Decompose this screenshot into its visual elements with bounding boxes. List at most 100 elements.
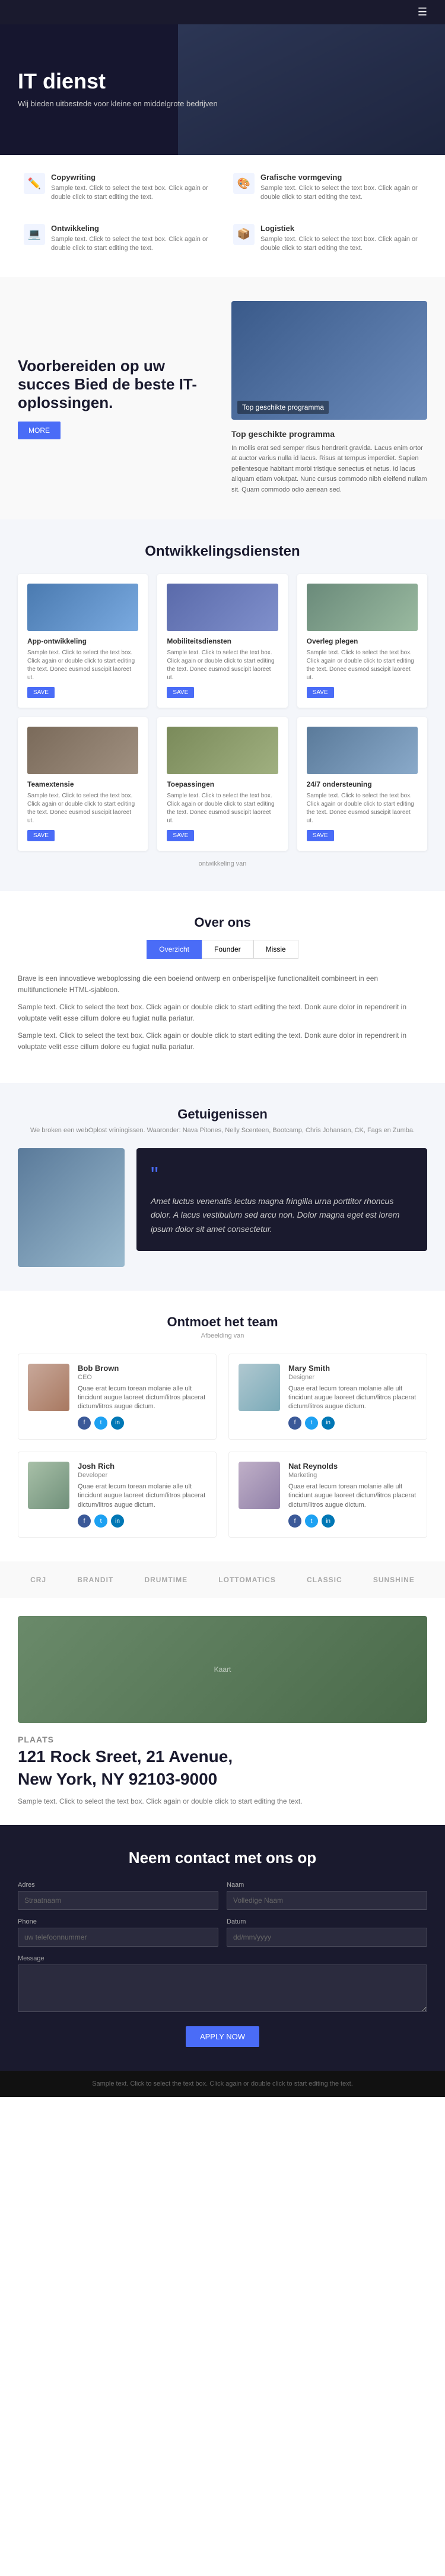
team-card-bob: Bob Brown CEO Quae erat lecum torean mol… xyxy=(18,1354,217,1440)
dev-services-heading: Ontwikkelingsdiensten xyxy=(18,543,427,560)
tab-founder[interactable]: Founder xyxy=(202,940,253,959)
form-group-name: Naam xyxy=(227,1881,427,1910)
nat-avatar xyxy=(239,1462,280,1509)
form-group-phone: Phone xyxy=(18,1918,218,1947)
josh-role: Developer xyxy=(78,1472,206,1479)
dev-card-mobiel-image xyxy=(167,584,278,631)
dev-card-team-desc: Sample text. Click to select the text bo… xyxy=(27,792,138,825)
bob-social: f t in xyxy=(78,1417,206,1430)
top-program-title: Top geschikte programma xyxy=(231,429,427,439)
logo-brandit: BRANDIT xyxy=(77,1576,113,1584)
about-more-button[interactable]: MORE xyxy=(18,422,61,439)
service-copywriting: ✏️ Copywriting Sample text. Click to sel… xyxy=(18,167,218,208)
dev-card-mobiel: Mobiliteitsdiensten Sample text. Click t… xyxy=(157,574,287,708)
testimonial-image xyxy=(18,1148,125,1267)
dev-card-app-title: App-ontwikkeling xyxy=(27,637,138,645)
mary-info: Mary Smith Designer Quae erat lecum tore… xyxy=(288,1364,417,1430)
services-grid: ✏️ Copywriting Sample text. Click to sel… xyxy=(18,167,427,259)
place-section: Kaart Plaats 121 Rock Sreet, 21 Avenue, … xyxy=(0,1598,445,1825)
dev-card-mobiel-desc: Sample text. Click to select the text bo… xyxy=(167,649,278,682)
josh-name: Josh Rich xyxy=(78,1462,206,1471)
logistiek-title: Logistiek xyxy=(260,224,421,233)
josh-facebook-icon[interactable]: f xyxy=(78,1514,91,1528)
mary-twitter-icon[interactable]: t xyxy=(305,1417,318,1430)
team-section: Ontmoet het team Afbeelding van Bob Brow… xyxy=(0,1291,445,1561)
dev-card-overleg-image xyxy=(307,584,418,631)
team-card-josh: Josh Rich Developer Quae erat lecum tore… xyxy=(18,1452,217,1538)
bob-desc: Quae erat lecum torean molanie alle ult … xyxy=(78,1384,206,1412)
nat-twitter-icon[interactable]: t xyxy=(305,1514,318,1528)
testimonials-inner: " Amet luctus venenatis lectus magna fri… xyxy=(18,1148,427,1267)
team-card-mary: Mary Smith Designer Quae erat lecum tore… xyxy=(228,1354,427,1440)
bob-twitter-icon[interactable]: t xyxy=(94,1417,107,1430)
over-section: Over ons Overzicht Founder Missie Brave … xyxy=(0,891,445,1083)
dev-footer-text: ontwikkeling van xyxy=(199,860,247,867)
map-placeholder: Kaart xyxy=(18,1616,427,1723)
dev-footer: ontwikkeling van xyxy=(18,860,427,867)
team-card-nat: Nat Reynolds Marketing Quae erat lecum t… xyxy=(228,1452,427,1538)
mary-facebook-icon[interactable]: f xyxy=(288,1417,301,1430)
team-grid: Bob Brown CEO Quae erat lecum torean mol… xyxy=(18,1354,427,1538)
contact-heading: Neem contact met ons op xyxy=(18,1849,427,1867)
nat-name: Nat Reynolds xyxy=(288,1462,417,1471)
place-address-2: New York, NY 92103-9000 xyxy=(18,1769,427,1789)
logos-section: CRJ BRANDIT DRUMTIME LOTTOMATICS CLASSIC… xyxy=(0,1561,445,1598)
hamburger-icon[interactable]: ☰ xyxy=(418,6,427,18)
dev-card-support-button[interactable]: SAVE xyxy=(307,830,334,841)
nat-linkedin-icon[interactable]: in xyxy=(322,1514,335,1528)
bob-linkedin-icon[interactable]: in xyxy=(111,1417,124,1430)
josh-desc: Quae erat lecum torean molanie alle ult … xyxy=(78,1482,206,1510)
dev-card-overleg-button[interactable]: SAVE xyxy=(307,687,334,698)
bob-facebook-icon[interactable]: f xyxy=(78,1417,91,1430)
name-label: Naam xyxy=(227,1881,427,1889)
dev-card-app-desc: Sample text. Click to select the text bo… xyxy=(27,649,138,682)
map-label: Kaart xyxy=(214,1665,231,1674)
bob-avatar xyxy=(28,1364,69,1411)
dev-card-overleg-title: Overleg plegen xyxy=(307,637,418,645)
grafisch-icon: 🎨 xyxy=(233,173,255,194)
mary-linkedin-icon[interactable]: in xyxy=(322,1417,335,1430)
dev-card-mobiel-button[interactable]: SAVE xyxy=(167,687,194,698)
over-text-1: Brave is een innovatieve weboplossing di… xyxy=(18,973,427,996)
dev-card-app-button[interactable]: SAVE xyxy=(27,687,55,698)
dev-card-overleg: Overleg plegen Sample text. Click to sel… xyxy=(297,574,427,708)
dev-card-team-button[interactable]: SAVE xyxy=(27,830,55,841)
place-description: Sample text. Click to select the text bo… xyxy=(18,1796,427,1807)
logo-sunshine: Sunshine xyxy=(373,1576,415,1584)
dev-card-toep-button[interactable]: SAVE xyxy=(167,830,194,841)
testimonials-heading: Getuigenissen xyxy=(18,1107,427,1122)
hero-subtitle: Wij bieden uitbestede voor kleine en mid… xyxy=(18,98,218,110)
place-label: Plaats xyxy=(18,1735,427,1744)
dev-card-app: App-ontwikkeling Sample text. Click to s… xyxy=(18,574,148,708)
hero-title: IT dienst xyxy=(18,69,218,93)
service-logistiek: 📦 Logistiek Sample text. Click to select… xyxy=(227,218,427,259)
address-input[interactable] xyxy=(18,1891,218,1910)
navbar: ☰ xyxy=(0,0,445,24)
submit-button[interactable]: APPLY NOW xyxy=(186,2026,259,2047)
dev-card-support-desc: Sample text. Click to select the text bo… xyxy=(307,792,418,825)
name-input[interactable] xyxy=(227,1891,427,1910)
logo-classic: CLASSIC xyxy=(307,1576,342,1584)
date-input[interactable] xyxy=(227,1928,427,1947)
tab-missie[interactable]: Missie xyxy=(253,940,298,959)
josh-linkedin-icon[interactable]: in xyxy=(111,1514,124,1528)
nat-facebook-icon[interactable]: f xyxy=(288,1514,301,1528)
mary-desc: Quae erat lecum torean molanie alle ult … xyxy=(288,1384,417,1412)
footer-text: Sample text. Click to select the text bo… xyxy=(18,2080,427,2087)
nat-info: Nat Reynolds Marketing Quae erat lecum t… xyxy=(288,1462,417,1528)
message-textarea[interactable] xyxy=(18,1965,427,2012)
nat-social: f t in xyxy=(288,1514,417,1528)
testimonial-quote: Amet luctus venenatis lectus magna fring… xyxy=(151,1194,413,1237)
dev-card-toep: Toepassingen Sample text. Click to selec… xyxy=(157,717,287,851)
quote-icon: " xyxy=(151,1162,413,1187)
dev-card-team-title: Teamextensie xyxy=(27,780,138,788)
josh-twitter-icon[interactable]: t xyxy=(94,1514,107,1528)
dev-services-section: Ontwikkelingsdiensten App-ontwikkeling S… xyxy=(0,519,445,891)
tab-overzicht[interactable]: Overzicht xyxy=(147,940,202,959)
dev-card-overleg-desc: Sample text. Click to select the text bo… xyxy=(307,649,418,682)
footer: Sample text. Click to select the text bo… xyxy=(0,2071,445,2097)
over-tabs: Overzicht Founder Missie xyxy=(18,940,427,959)
dev-card-support-image xyxy=(307,727,418,774)
ontwikkeling-icon: 💻 xyxy=(24,224,45,245)
phone-input[interactable] xyxy=(18,1928,218,1947)
